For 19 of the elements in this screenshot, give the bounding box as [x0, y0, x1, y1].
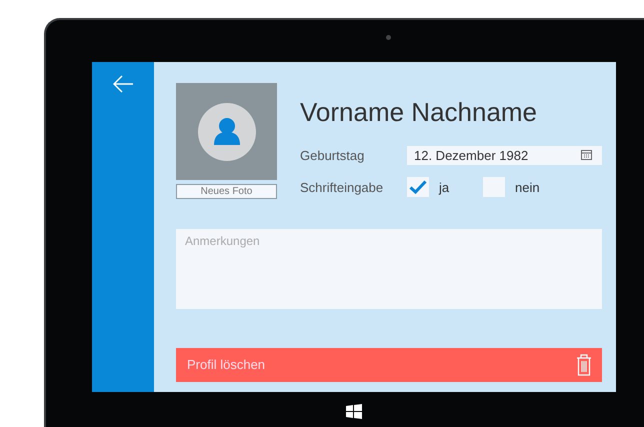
windows-logo-icon[interactable]	[346, 404, 362, 419]
notes-field[interactable]: Anmerkungen	[176, 229, 602, 309]
trash-icon	[576, 354, 592, 376]
calendar-icon	[581, 150, 592, 160]
birthday-label: Geburtstag	[300, 148, 366, 162]
back-button[interactable]	[112, 74, 134, 94]
back-arrow-icon	[112, 74, 134, 94]
option-label: ja	[439, 180, 450, 194]
option-label: nein	[515, 180, 540, 194]
checkbox[interactable]	[407, 177, 429, 197]
delete-profile-button[interactable]: Profil löschen	[176, 348, 602, 382]
person-icon	[198, 102, 256, 160]
date-picker[interactable]: 12. Dezember 1982	[407, 146, 602, 164]
profile-name: Vorname Nachname	[300, 97, 538, 127]
camera-icon	[386, 35, 391, 40]
checkbox[interactable]	[483, 177, 505, 197]
new-photo-button[interactable]: Neues Foto	[176, 184, 277, 199]
checkmark-icon	[409, 180, 427, 194]
handwriting-label: Schrifteingabe	[300, 180, 384, 194]
